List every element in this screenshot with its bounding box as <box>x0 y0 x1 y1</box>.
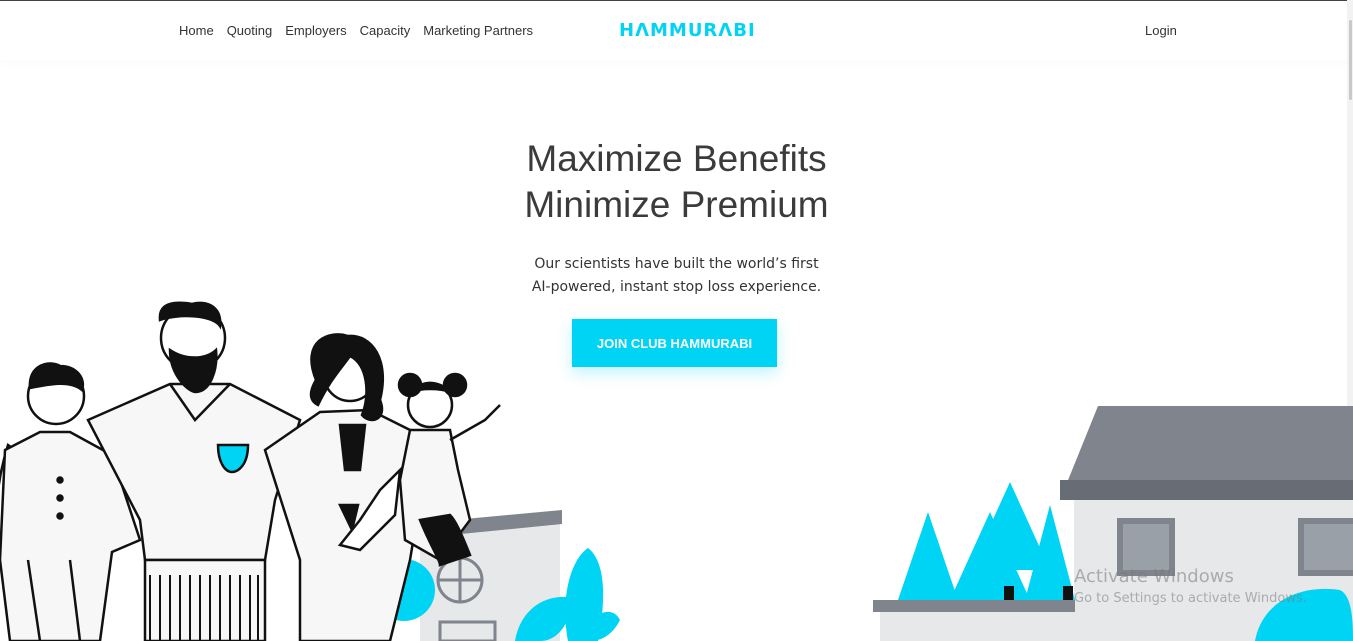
hero-illustration <box>0 301 1353 641</box>
windows-activation-subtitle: Go to Settings to activate Windows. <box>1074 591 1307 606</box>
windows-activation-title: Activate Windows <box>1074 566 1234 587</box>
